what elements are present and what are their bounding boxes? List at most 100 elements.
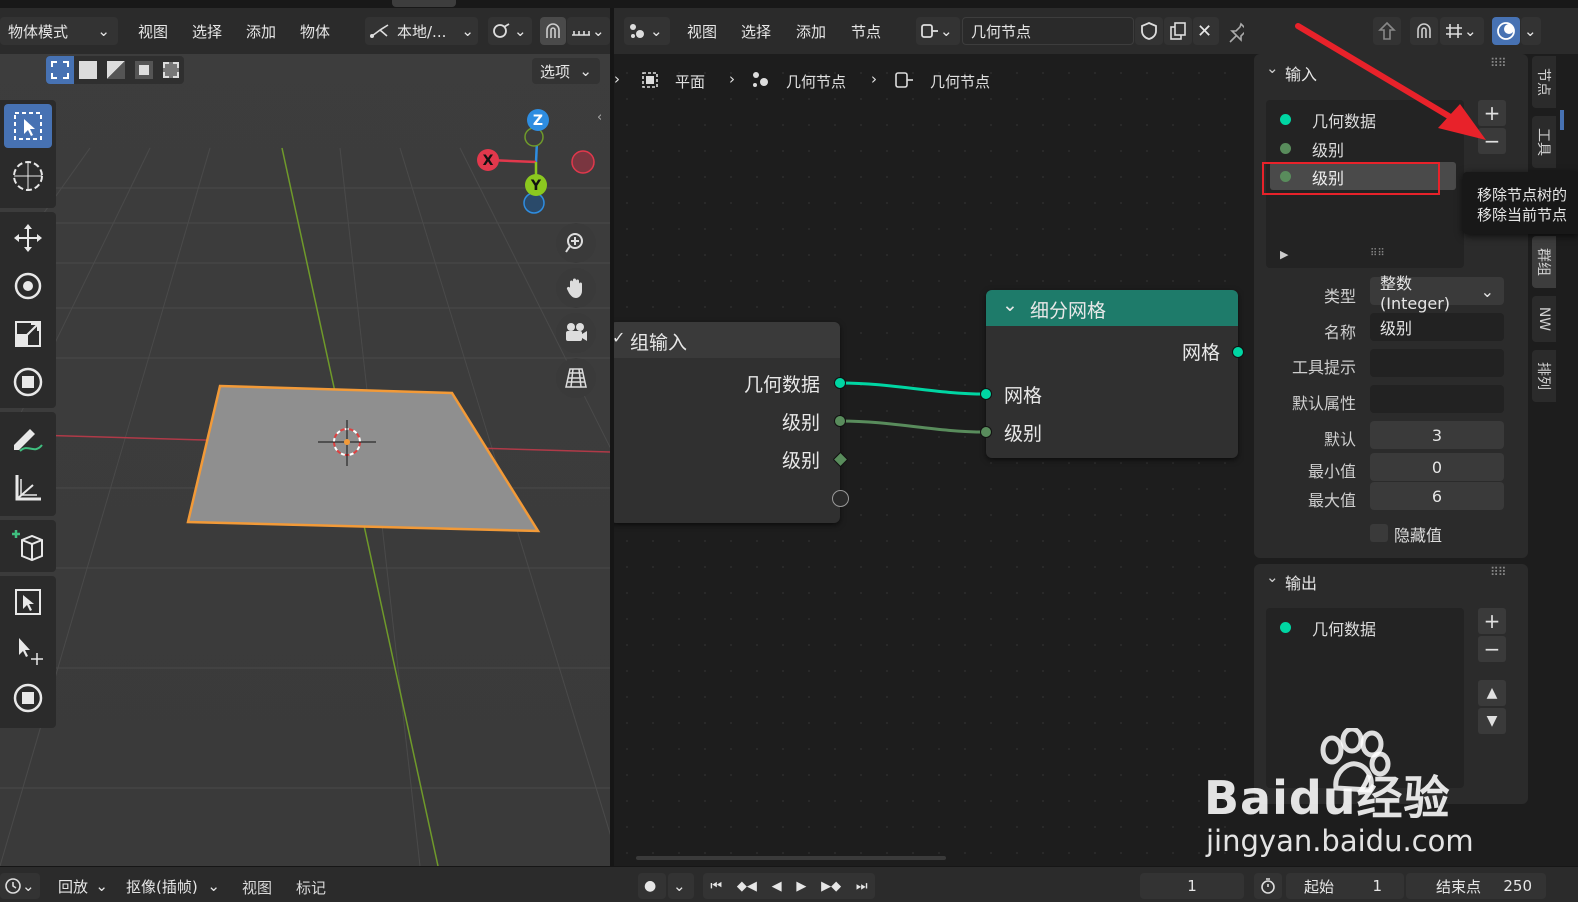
preview-range-toggle[interactable] bbox=[1254, 873, 1282, 899]
tool-measure[interactable] bbox=[4, 466, 52, 510]
tool-select-box[interactable] bbox=[4, 104, 52, 148]
horizontal-scrollbar[interactable] bbox=[636, 856, 946, 860]
input-socket-mesh[interactable] bbox=[980, 388, 992, 400]
output-socket-level[interactable] bbox=[834, 415, 846, 427]
transform-orientation-dropdown[interactable]: 本地/... ⌄ bbox=[365, 17, 478, 45]
subdivide-mesh-node[interactable]: ⌄ 细分网格 网格 网格 级别 bbox=[980, 290, 1244, 458]
hide-value-label: 隐藏值 bbox=[1394, 526, 1443, 545]
snap-target-dropdown[interactable]: ⌄ bbox=[567, 17, 610, 45]
grid-perspective-icon bbox=[565, 368, 587, 388]
select-extend-button[interactable] bbox=[74, 56, 102, 84]
perspective-button[interactable] bbox=[556, 358, 596, 398]
jump-start-icon[interactable]: ⏮ bbox=[710, 879, 722, 894]
tool-add-cube[interactable] bbox=[4, 524, 52, 568]
tool-move[interactable] bbox=[4, 216, 52, 260]
outputs-panel-title[interactable]: 输出 bbox=[1285, 570, 1317, 594]
tool-camera-move[interactable] bbox=[4, 628, 52, 672]
hide-value-checkbox[interactable] bbox=[1370, 524, 1388, 542]
type-dropdown[interactable]: 整数(Integer) ⌄ bbox=[1370, 274, 1504, 313]
name-value: 级别 bbox=[1380, 319, 1413, 338]
options-dropdown[interactable]: 选项 ⌄ bbox=[532, 58, 600, 84]
list-item[interactable]: 几何数据 bbox=[1266, 612, 1464, 640]
select-new-button[interactable] bbox=[46, 56, 74, 84]
node-editor[interactable]: ⌄ 视图 选择 添加 节点 ⌄ 几何节点 ✕ › 平面 › 几何节点 › 几何节… bbox=[614, 8, 1244, 866]
select-subtract-button[interactable] bbox=[102, 56, 130, 84]
add-output-button[interactable]: + bbox=[1478, 608, 1506, 634]
chevron-down-icon[interactable]: ⌄ bbox=[1266, 568, 1279, 586]
tool-rotate[interactable] bbox=[4, 264, 52, 308]
max-value-field[interactable]: 6 bbox=[1370, 482, 1504, 510]
tool-camera-orbit[interactable] bbox=[4, 676, 52, 720]
snap-toggle[interactable] bbox=[540, 17, 566, 45]
timeline-marker-menu[interactable]: 标记 bbox=[296, 877, 326, 898]
jump-end-icon[interactable]: ⏭ bbox=[856, 879, 868, 894]
chevron-down-icon: ⌄ bbox=[22, 877, 35, 895]
start-frame-field[interactable]: 起始 1 bbox=[1286, 873, 1404, 899]
workspace-tab-active[interactable] bbox=[392, 0, 456, 7]
toolbar-group-camera bbox=[0, 576, 56, 728]
current-frame-field[interactable]: 1 bbox=[1140, 873, 1244, 899]
output-socket-mesh[interactable] bbox=[1232, 346, 1244, 358]
output-socket-geometry[interactable] bbox=[834, 377, 846, 389]
sidebar-toggle-arrow[interactable]: ‹ bbox=[597, 110, 609, 126]
timeline-view-menu[interactable]: 视图 bbox=[242, 877, 272, 898]
menu-view[interactable]: 视图 bbox=[138, 21, 168, 42]
tab-group[interactable]: 群组 bbox=[1532, 236, 1556, 288]
menu-select[interactable]: 选择 bbox=[192, 21, 222, 42]
auto-key-button[interactable]: ● bbox=[638, 873, 666, 899]
subdivide-header[interactable] bbox=[986, 290, 1238, 326]
default-attribute-field[interactable] bbox=[1370, 385, 1504, 413]
next-keyframe-icon[interactable]: ▶◆ bbox=[821, 879, 841, 894]
output-socket-empty[interactable] bbox=[832, 490, 849, 507]
resize-handle-icon[interactable]: ⠿⠿ bbox=[1370, 248, 1385, 259]
collapse-arrow[interactable]: ✓ bbox=[614, 328, 625, 347]
timeline-header: ⌄ 回放 ⌄ 抠像(插帧) ⌄ 视图 标记 ● ⌄ ⏮ ◆◀ ◀ ▶ ▶◆ ⏭ … bbox=[0, 866, 1578, 902]
menu-add[interactable]: 添加 bbox=[246, 21, 276, 42]
keying-menu[interactable]: 抠像(插帧) ⌄ bbox=[118, 873, 228, 899]
select-invert-button[interactable] bbox=[130, 56, 158, 84]
editor-type-timeline[interactable]: ⌄ bbox=[0, 873, 40, 899]
name-field[interactable]: 级别 bbox=[1370, 313, 1504, 341]
plus-icon: + bbox=[1483, 609, 1501, 633]
expand-arrow-icon[interactable]: ▶ bbox=[1280, 248, 1288, 261]
move-down-button[interactable]: ▼ bbox=[1478, 708, 1506, 734]
select-intersect-button[interactable] bbox=[158, 56, 184, 84]
drag-handle-icon[interactable]: ⠿⠿ bbox=[1490, 565, 1507, 579]
chevron-down-icon[interactable]: ⌄ bbox=[1266, 59, 1279, 77]
navigation-gizmo[interactable]: Z X Y bbox=[468, 106, 608, 226]
playback-menu[interactable]: 回放 ⌄ bbox=[50, 873, 116, 899]
menu-object[interactable]: 物体 bbox=[300, 21, 330, 42]
zoom-button[interactable] bbox=[556, 223, 596, 263]
keying-set-dropdown[interactable]: ⌄ bbox=[668, 873, 694, 899]
remove-output-button[interactable]: − bbox=[1478, 636, 1506, 662]
play-icon[interactable]: ▶ bbox=[796, 879, 806, 894]
tooltip-field[interactable] bbox=[1370, 349, 1504, 377]
default-value-field[interactable]: 3 bbox=[1370, 421, 1504, 449]
tab-nw[interactable]: NW bbox=[1532, 296, 1556, 342]
tab-tool[interactable]: 工具 bbox=[1532, 116, 1556, 168]
tool-camera-frame[interactable] bbox=[4, 580, 52, 624]
viewport-3d[interactable]: 物体模式 ⌄ 视图 选择 添加 物体 本地/... ⌄ ⌄ ⌄ 选项 ⌄ Z X… bbox=[0, 8, 610, 866]
chevron-down-icon: ⌄ bbox=[461, 22, 474, 40]
tool-transform[interactable] bbox=[4, 360, 52, 404]
pivot-dropdown[interactable]: ⌄ bbox=[488, 17, 532, 45]
end-frame-field[interactable]: 结束点 250 bbox=[1406, 873, 1546, 899]
default-label: 默认 bbox=[1323, 430, 1356, 449]
chevron-down-icon[interactable]: ⌄ bbox=[1002, 294, 1018, 316]
tab-arrange[interactable]: 排列 bbox=[1532, 350, 1556, 402]
tool-annotate[interactable] bbox=[4, 416, 52, 460]
pan-button[interactable] bbox=[556, 268, 596, 308]
prev-keyframe-icon[interactable]: ◆◀ bbox=[737, 879, 757, 894]
group-input-node[interactable]: ✓ 组输入 几何数据 级别 级别 bbox=[614, 322, 849, 523]
camera-view-button[interactable] bbox=[556, 313, 596, 353]
play-reverse-icon[interactable]: ◀ bbox=[772, 879, 782, 894]
record-icon: ● bbox=[644, 878, 657, 894]
tab-node[interactable]: 节点 bbox=[1532, 56, 1556, 108]
min-value-field[interactable]: 0 bbox=[1370, 453, 1504, 481]
tool-cursor[interactable] bbox=[4, 154, 52, 198]
object-mode-dropdown[interactable]: 物体模式 ⌄ bbox=[0, 17, 118, 45]
input-socket-level[interactable] bbox=[980, 426, 992, 438]
move-up-button[interactable]: ▲ bbox=[1478, 680, 1506, 706]
tool-scale[interactable] bbox=[4, 312, 52, 356]
overlay-dropdown[interactable]: ⌄ bbox=[1521, 17, 1541, 45]
